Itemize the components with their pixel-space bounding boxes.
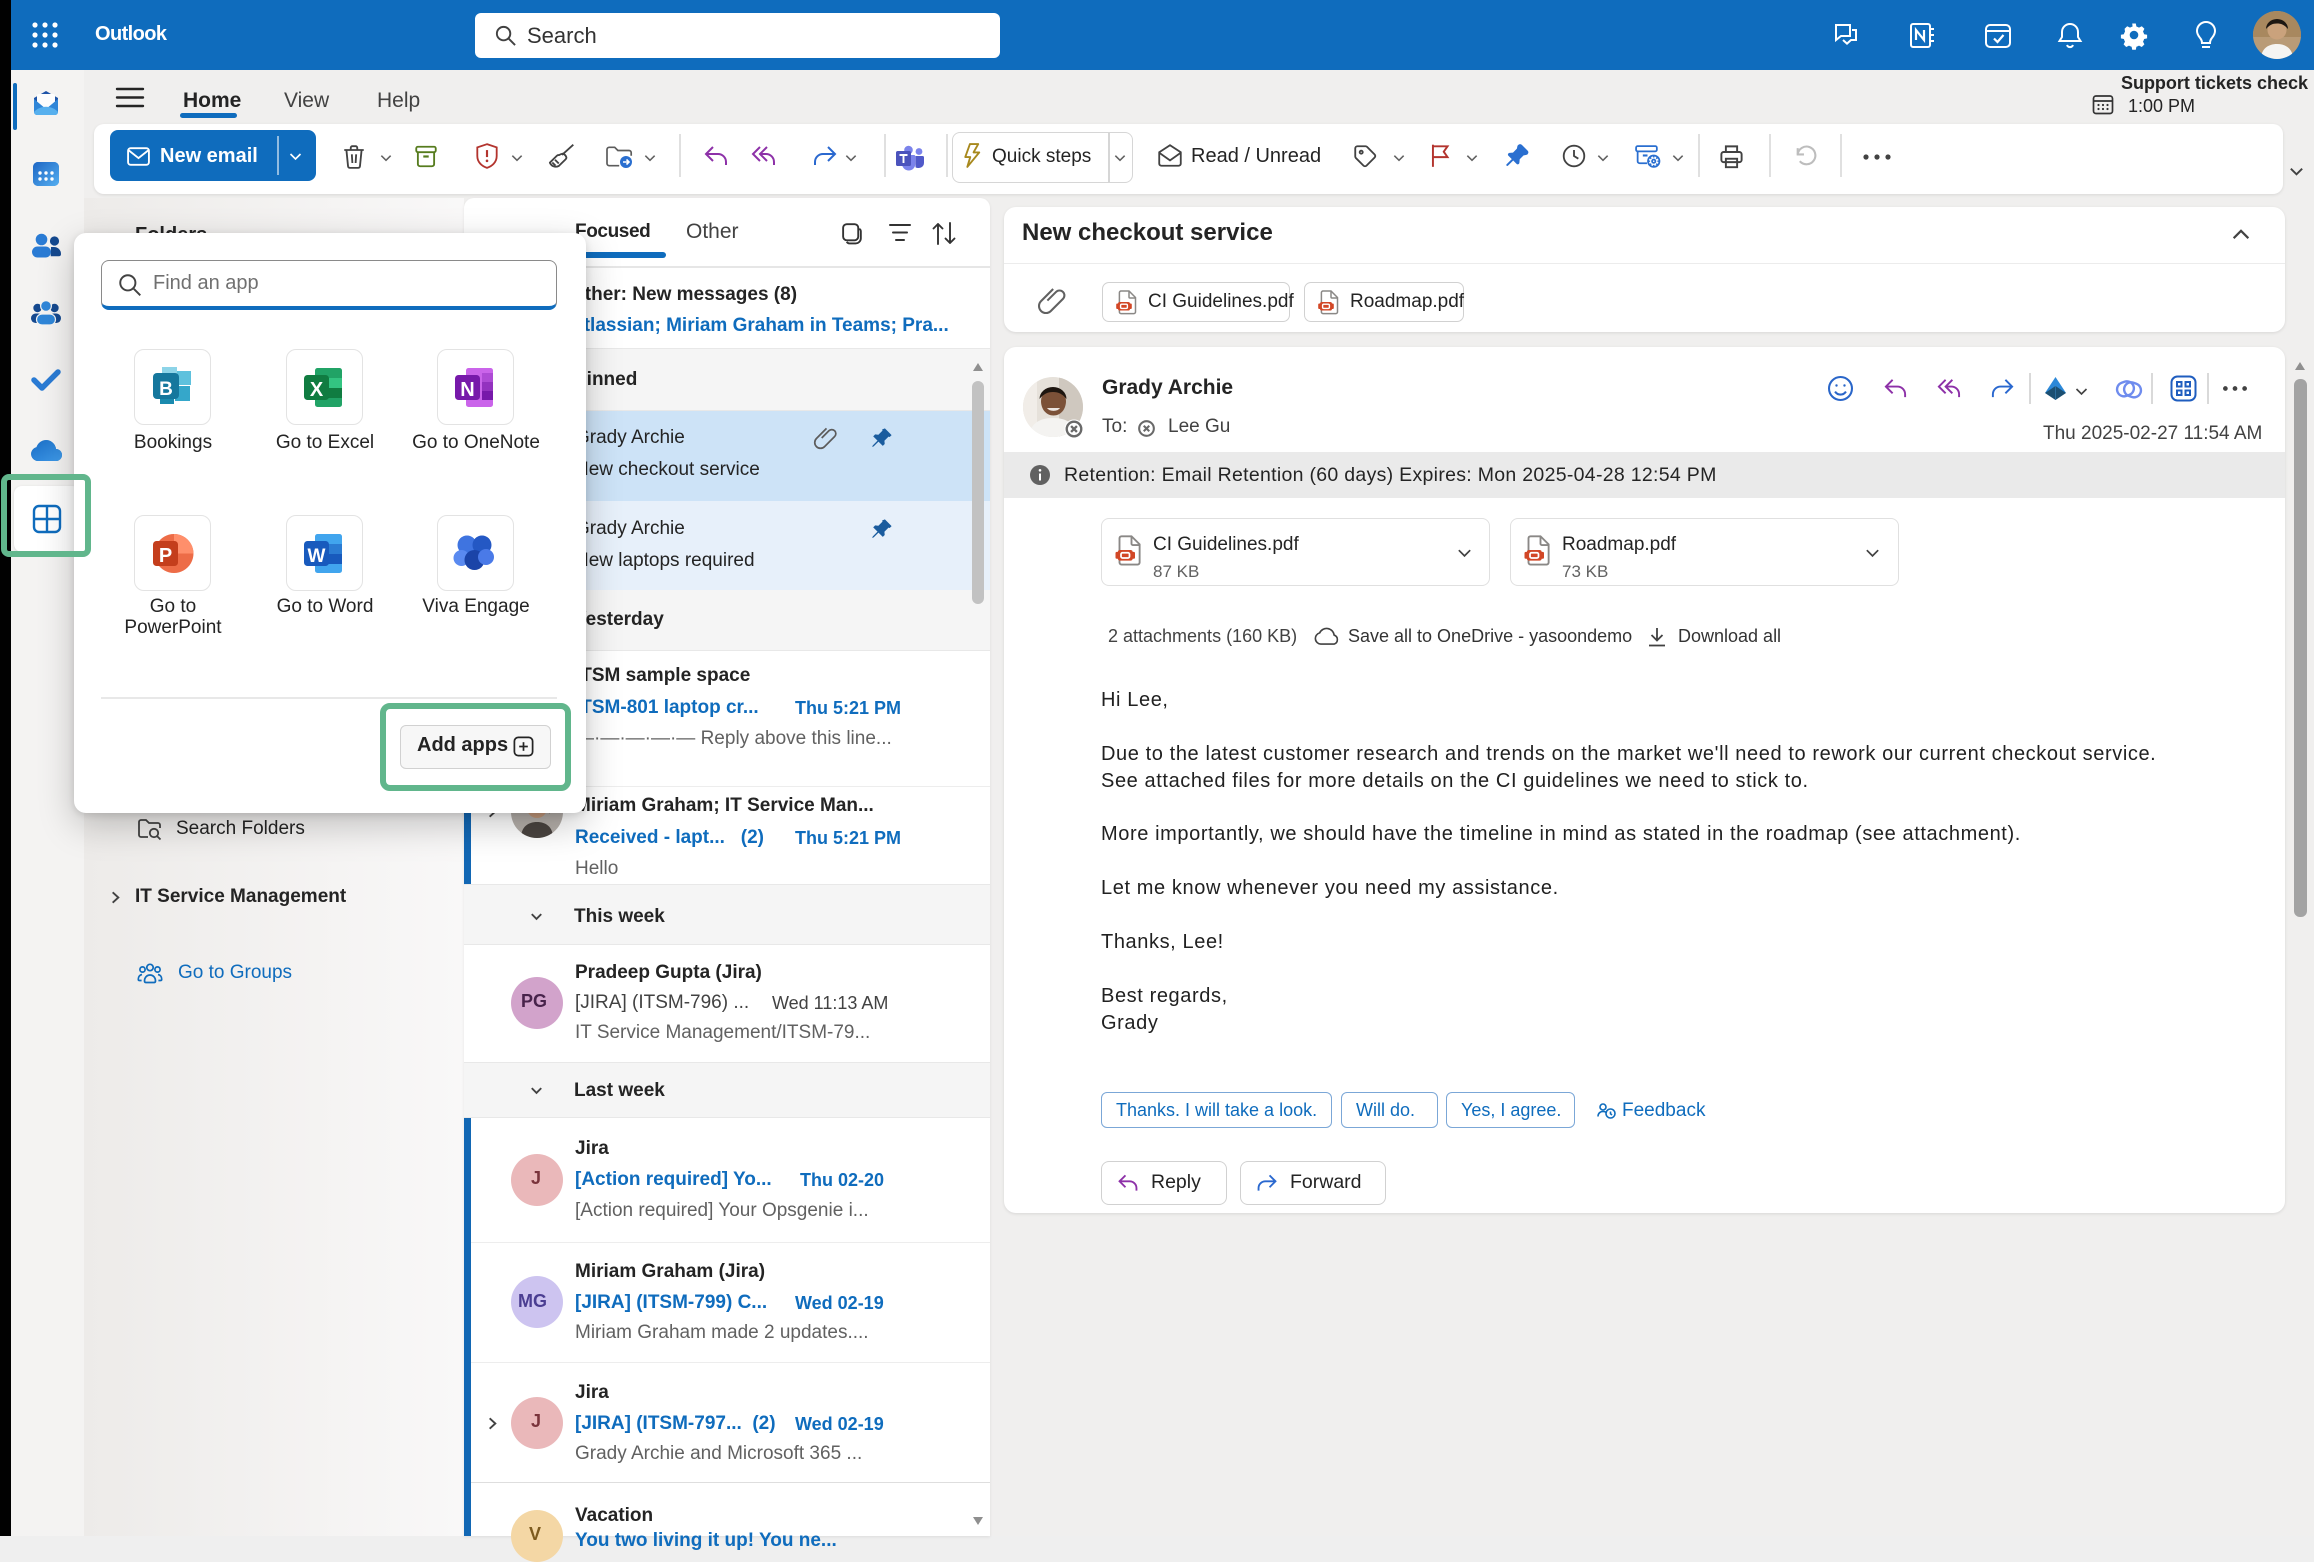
svg-text:P: P [159, 545, 172, 567]
svg-text:B: B [159, 379, 173, 400]
svg-text:W: W [308, 546, 326, 567]
svg-text:X: X [310, 379, 324, 401]
svg-text:N: N [460, 379, 474, 401]
